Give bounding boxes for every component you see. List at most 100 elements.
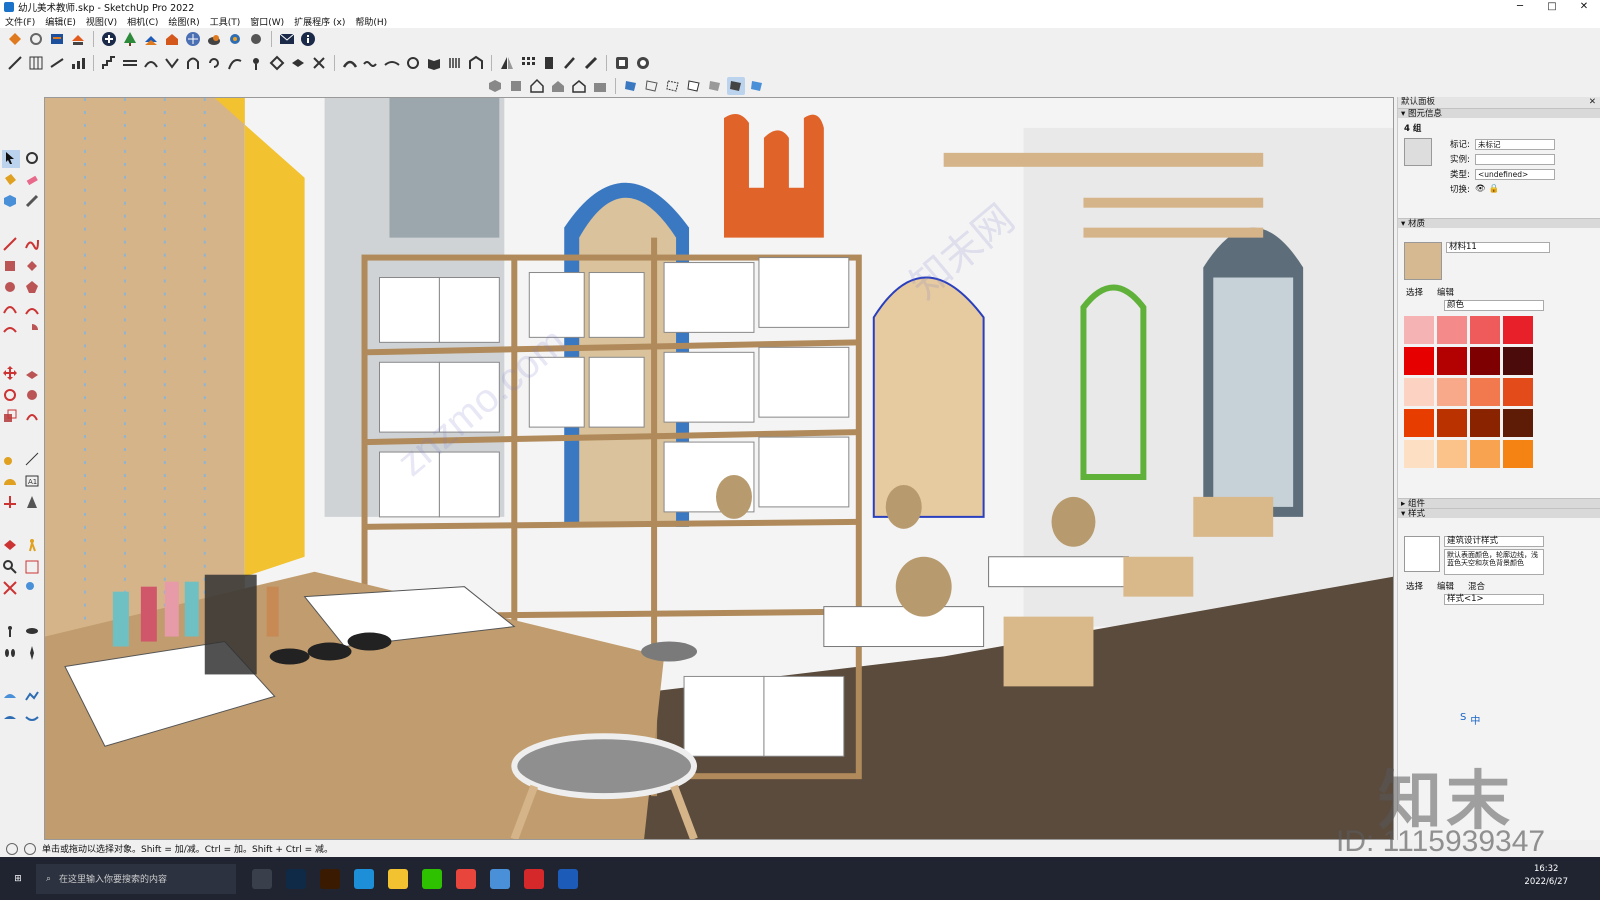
instance-input[interactable] [1475,153,1555,165]
task-view-icon[interactable] [252,868,272,889]
rail-tool-icon[interactable] [121,54,139,72]
material-swatch[interactable] [1503,316,1533,344]
tag-dropdown[interactable]: 未标记 [1475,138,1555,150]
styles-header[interactable]: ▾ 样式 [1398,508,1600,519]
3d-text-icon[interactable] [24,494,42,512]
menu-draw[interactable]: 绘图(R) [163,15,204,28]
array-tool-icon[interactable] [519,54,537,72]
book-tool-icon[interactable] [425,54,443,72]
model-viewport[interactable] [44,97,1394,840]
material-swatch[interactable] [1437,316,1467,344]
shaded-style-icon[interactable] [706,77,724,95]
top-view-icon[interactable] [507,77,525,95]
material-name-input[interactable]: 材料11 [1446,242,1550,253]
offset-icon[interactable] [24,408,42,426]
drape-icon[interactable] [24,709,42,727]
render-tool-icon[interactable] [613,54,631,72]
material-swatch[interactable] [1437,378,1467,406]
menu-extensions[interactable]: 扩展程序 (x) [289,15,350,28]
material-swatch[interactable] [1404,347,1434,375]
taskbar-clock[interactable]: 16:32 2022/6/27 [1524,863,1568,889]
mail-icon[interactable] [278,30,296,48]
chrome-icon[interactable] [456,868,476,889]
windows-start-icon[interactable]: ⊞ [0,857,36,900]
ime-language[interactable]: 中 [1470,712,1480,727]
paint-bucket-icon[interactable] [2,172,20,190]
bend-tool-icon[interactable] [163,54,181,72]
back-view-icon[interactable] [570,77,588,95]
material-swatch[interactable] [1470,409,1500,437]
brush-tool-icon[interactable] [582,54,600,72]
look-around-icon[interactable] [24,623,42,641]
wechat-icon[interactable] [422,868,442,889]
arc-3pt-icon[interactable] [2,322,20,340]
curve-tool-icon[interactable] [142,54,160,72]
walk-icon[interactable] [24,537,42,555]
shape2-tool-icon[interactable] [289,54,307,72]
pattern-icon[interactable] [184,30,202,48]
material-swatch[interactable] [1470,316,1500,344]
share-icon[interactable] [69,30,87,48]
footprints-icon[interactable] [2,645,20,663]
lock-icon[interactable]: 🔒 [1489,184,1500,194]
tray-close-icon[interactable]: ✕ [1589,97,1596,108]
ime-toolbar[interactable]: S 中 [1460,712,1480,727]
smooth-tool-icon[interactable] [383,54,401,72]
taskbar-search[interactable]: ⌕ 在这里输入你要搜索的内容 [36,863,236,894]
app-icon[interactable] [490,868,510,889]
arc-2pt-icon[interactable] [24,301,42,319]
backedges-style-icon[interactable] [643,77,661,95]
component-icon[interactable] [2,193,20,211]
info-icon[interactable] [299,30,317,48]
left-view-icon[interactable] [591,77,609,95]
menu-tools[interactable]: 工具(T) [205,15,246,28]
arc-icon[interactable] [2,301,20,319]
zoom-extents-icon[interactable] [2,580,20,598]
arc-tool-icon[interactable] [341,54,359,72]
geo-location-icon[interactable] [6,842,18,855]
photoshop-icon[interactable] [286,868,306,889]
material-swatch[interactable] [1404,440,1434,468]
line-icon[interactable] [2,236,20,254]
house-icon[interactable] [163,30,181,48]
pie-icon[interactable] [24,322,42,340]
line-tool-icon[interactable] [48,54,66,72]
netease-icon[interactable] [524,868,544,889]
material-swatch[interactable] [1470,347,1500,375]
extension-tool-icon[interactable] [6,54,24,72]
material-swatch[interactable] [1470,378,1500,406]
style-name-input[interactable]: 建筑设计样式 [1444,536,1544,547]
rectangle-icon[interactable] [2,258,20,276]
tab-materials-edit[interactable]: 编辑 [1435,286,1456,298]
material-swatch[interactable] [1404,409,1434,437]
visibility-icon[interactable]: 👁 [1475,184,1486,194]
zoom-window-icon[interactable] [24,559,42,577]
monochrome-style-icon[interactable] [748,77,766,95]
pin-tool-icon[interactable] [247,54,265,72]
front-view-icon[interactable] [528,77,546,95]
tape-measure-icon[interactable] [2,451,20,469]
pencil-icon[interactable] [24,193,42,211]
polygon-icon[interactable] [24,279,42,297]
terrain-icon[interactable] [24,688,42,706]
tab-styles-select[interactable]: 选择 [1404,580,1425,592]
textured-style-icon[interactable] [727,77,745,95]
material-swatch[interactable] [1404,316,1434,344]
material-swatch[interactable] [1470,440,1500,468]
material-swatch[interactable] [1503,409,1533,437]
minimize-button[interactable]: ─ [1504,0,1536,14]
eraser-icon[interactable] [24,172,42,190]
illustrator-icon[interactable] [320,868,340,889]
bars-tool-icon[interactable] [69,54,87,72]
push-pull-icon[interactable] [24,365,42,383]
door-tool-icon[interactable] [540,54,558,72]
export-icon[interactable] [48,30,66,48]
axes-icon[interactable] [2,494,20,512]
settings-icon[interactable] [247,30,265,48]
vine-tool-icon[interactable] [226,54,244,72]
stamp-icon[interactable] [2,709,20,727]
render-settings-icon[interactable] [634,54,652,72]
material-swatch[interactable] [1404,378,1434,406]
maximize-button[interactable]: □ [1536,0,1568,14]
pen-tool-icon[interactable] [561,54,579,72]
